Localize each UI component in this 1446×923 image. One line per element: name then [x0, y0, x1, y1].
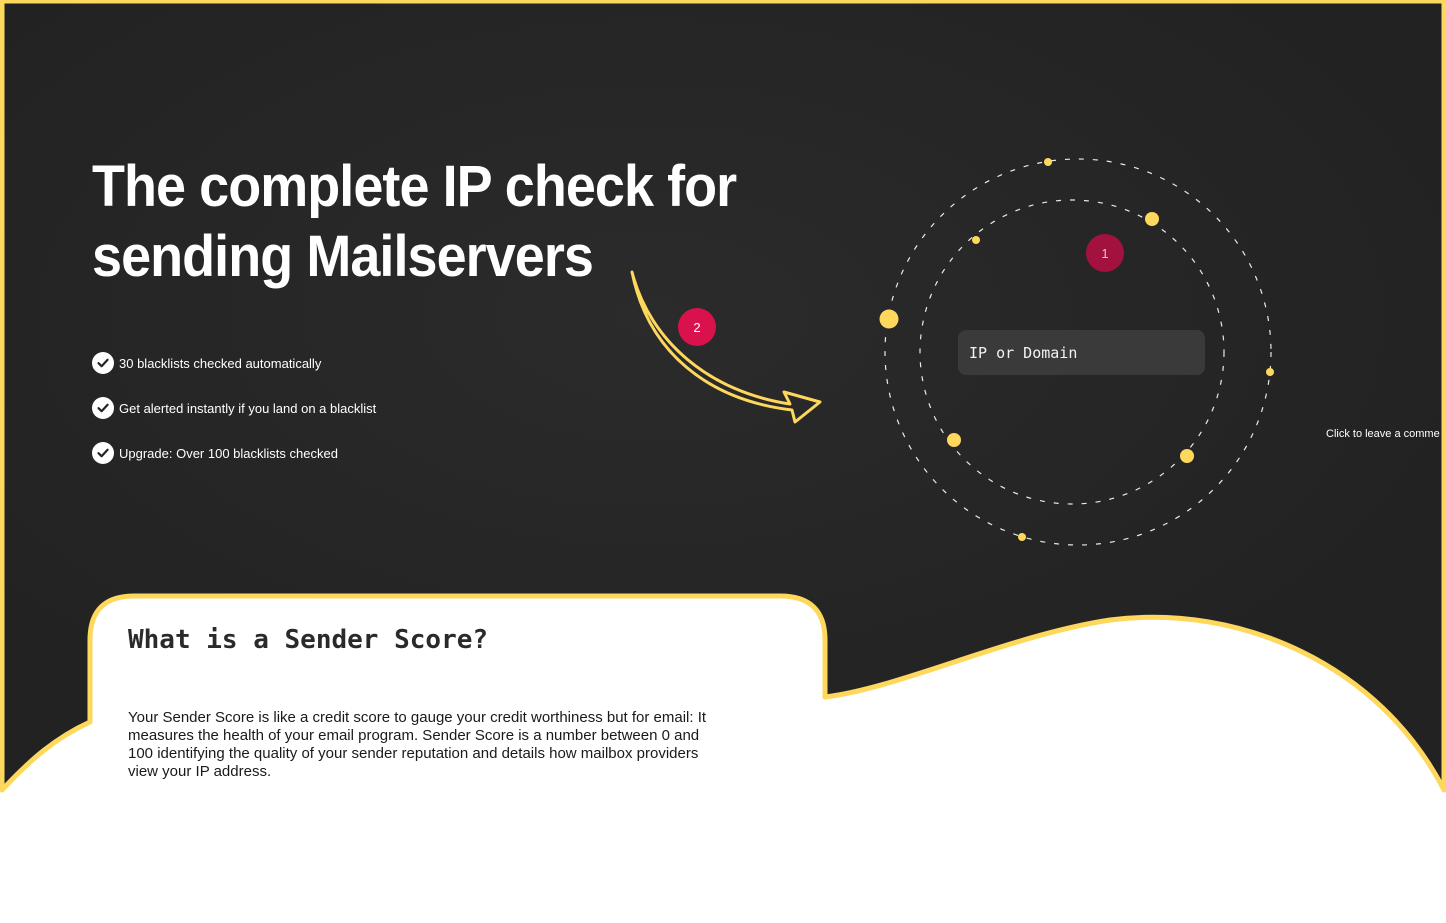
comment-hint[interactable]: Click to leave a comme — [1326, 428, 1440, 440]
ip-domain-input[interactable] — [958, 330, 1205, 375]
check-circle-icon — [92, 397, 114, 419]
feature-text: Get alerted instantly if you land on a b… — [119, 400, 377, 416]
annotation-badge-2[interactable]: 2 — [678, 308, 716, 346]
feature-item: Upgrade: Over 100 blacklists checked — [92, 441, 376, 465]
sender-score-title: What is a Sender Score? — [128, 625, 489, 655]
page: The complete IP check for sending Mailse… — [0, 0, 1446, 923]
annotation-badge-1[interactable]: 1 — [1086, 234, 1124, 272]
feature-text: 30 blacklists checked automatically — [119, 355, 322, 371]
check-circle-icon — [92, 442, 114, 464]
sender-score-card: What is a Sender Score? Your Sender Scor… — [92, 599, 822, 859]
check-circle-icon — [92, 352, 114, 374]
curved-arrow-icon — [630, 270, 822, 424]
feature-item: 30 blacklists checked automatically — [92, 351, 376, 375]
feature-list: 30 blacklists checked automatically Get … — [92, 351, 376, 486]
sender-score-description: Your Sender Score is like a credit score… — [128, 709, 707, 780]
hero-title-line1: The complete IP check for — [92, 154, 737, 219]
feature-text: Upgrade: Over 100 blacklists checked — [119, 445, 338, 461]
feature-item: Get alerted instantly if you land on a b… — [92, 396, 376, 420]
